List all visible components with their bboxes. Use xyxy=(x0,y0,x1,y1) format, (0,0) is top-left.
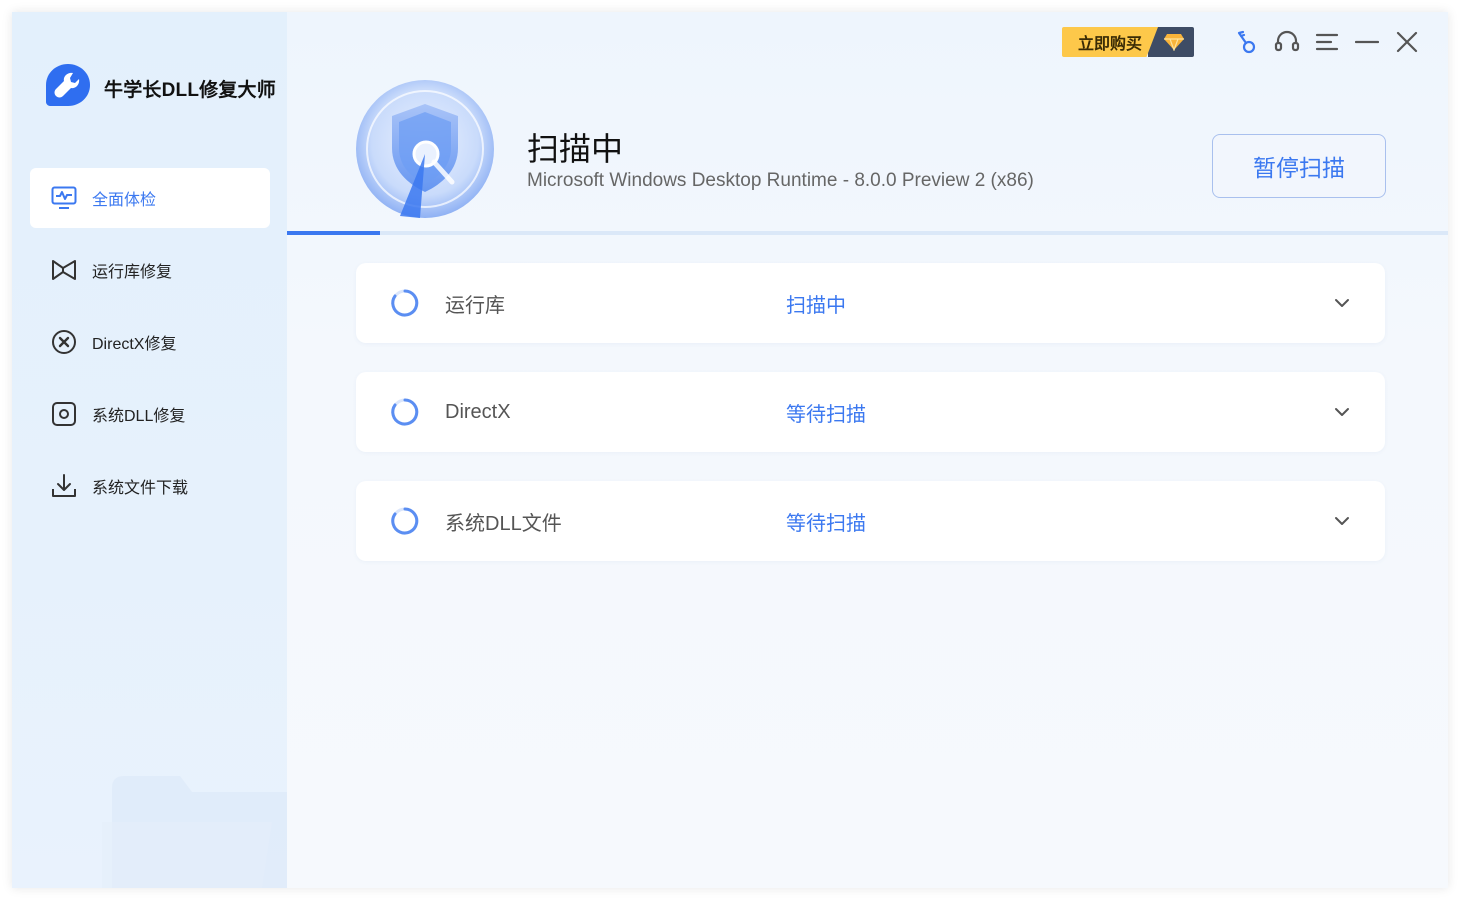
scan-progress-bar xyxy=(287,231,1448,235)
scan-row-status: 扫描中 xyxy=(786,294,846,317)
scan-row-status: 等待扫描 xyxy=(786,403,866,426)
chevron-down-icon[interactable] xyxy=(1333,512,1351,530)
chevron-down-icon[interactable] xyxy=(1333,294,1351,312)
sidebar-item-label: 全面体检 xyxy=(92,192,157,209)
pause-scan-button[interactable]: 暂停扫描 xyxy=(1212,134,1386,198)
monitor-pulse-icon xyxy=(50,184,78,212)
app-logo xyxy=(46,64,90,106)
scan-row-status: 等待扫描 xyxy=(786,512,866,535)
loading-spinner-icon xyxy=(391,398,419,426)
scan-row-directx[interactable]: DirectX 等待扫描 xyxy=(356,372,1385,452)
sidebar-item-runtime-repair[interactable]: 运行库修复 xyxy=(30,240,270,300)
sidebar-item-system-file-download[interactable]: 系统文件下载 xyxy=(30,456,270,516)
sidebar-item-label: 运行库修复 xyxy=(92,264,173,281)
x-circle-icon xyxy=(50,328,78,356)
buy-now-button[interactable]: 立即购买 xyxy=(1062,27,1194,57)
sidebar-item-label: DirectX修复 xyxy=(92,336,177,353)
scan-progress-fill xyxy=(287,231,380,235)
gear-square-icon xyxy=(50,400,78,428)
loading-spinner-icon xyxy=(391,289,419,317)
scan-status-title: 扫描中 xyxy=(527,131,624,167)
chevron-down-icon[interactable] xyxy=(1333,403,1351,421)
scan-row-name: DirectX xyxy=(445,400,511,423)
scan-row-name: 运行库 xyxy=(445,294,505,317)
sidebar-item-label: 系统DLL修复 xyxy=(92,408,186,425)
shield-scan-icon xyxy=(356,80,494,218)
key-icon[interactable] xyxy=(1234,29,1260,55)
buy-now-label: 立即购买 xyxy=(1062,27,1158,57)
scan-row-system-dll[interactable]: 系统DLL文件 等待扫描 xyxy=(356,481,1385,561)
scan-current-item: Microsoft Windows Desktop Runtime - 8.0.… xyxy=(527,170,1034,191)
sidebar-item-full-check[interactable]: 全面体检 xyxy=(30,168,270,228)
sidebar-item-label: 系统文件下载 xyxy=(92,480,189,497)
main-panel: 立即购买 扫描中 Microsoft Windows Desktop Runti… xyxy=(287,12,1448,888)
sidebar-item-directx-repair[interactable]: DirectX修复 xyxy=(30,312,270,372)
close-icon[interactable] xyxy=(1394,29,1420,55)
scan-row-runtime[interactable]: 运行库 扫描中 xyxy=(356,263,1385,343)
title-bar-controls: 立即购买 xyxy=(1062,27,1420,57)
menu-icon[interactable] xyxy=(1314,29,1340,55)
download-icon xyxy=(50,472,78,500)
sidebar-item-system-dll-repair[interactable]: 系统DLL修复 xyxy=(30,384,270,444)
scan-row-name: 系统DLL文件 xyxy=(445,512,562,535)
bowtie-runtime-icon xyxy=(50,256,78,284)
minimize-icon[interactable] xyxy=(1354,29,1380,55)
loading-spinner-icon xyxy=(391,507,419,535)
sidebar: 牛学长DLL修复大师 全面体检 运行库修复 DirectX修复 系统DLL修复 xyxy=(12,12,287,888)
folder-decoration-icon xyxy=(102,776,287,888)
app-title: 牛学长DLL修复大师 xyxy=(104,80,276,101)
headset-icon[interactable] xyxy=(1274,29,1300,55)
app-window: 牛学长DLL修复大师 全面体检 运行库修复 DirectX修复 系统DLL修复 xyxy=(12,12,1448,888)
